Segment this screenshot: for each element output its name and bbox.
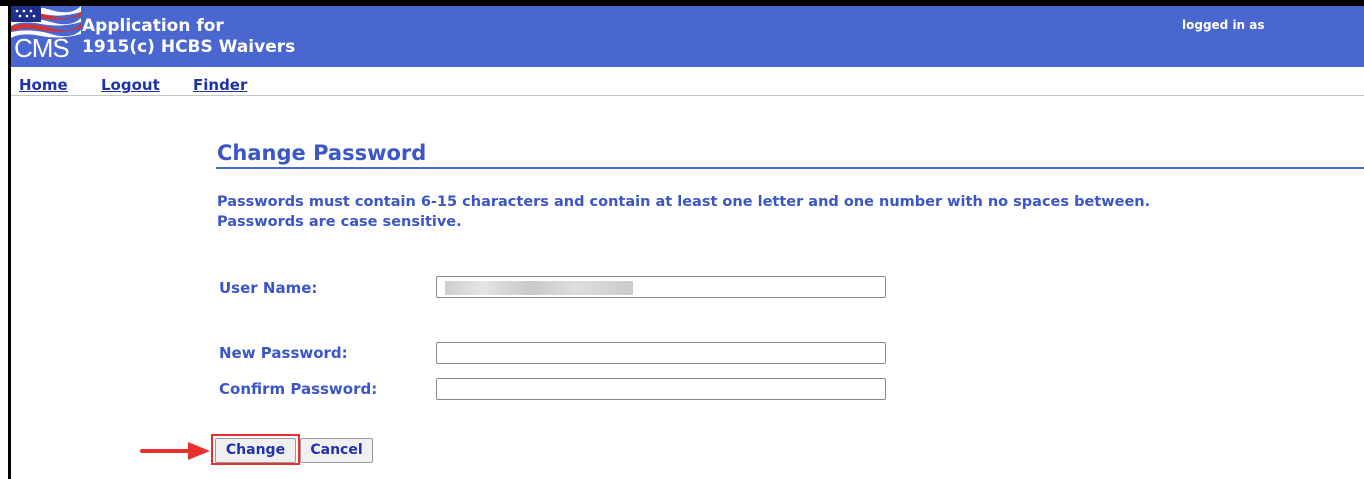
app-title: Application for 1915(c) HCBS Waivers xyxy=(82,16,295,58)
cancel-button[interactable]: Cancel xyxy=(300,438,373,463)
new-password-field[interactable] xyxy=(436,342,886,364)
app-header: CMS Application for 1915(c) HCBS Waivers… xyxy=(11,6,1364,67)
logged-in-label: logged in as xyxy=(1182,18,1265,32)
password-rules-line1: Passwords must contain 6-15 characters a… xyxy=(217,194,1151,210)
nav-link-logout[interactable]: Logout xyxy=(101,76,160,94)
password-rules-line2: Passwords are case sensitive. xyxy=(217,214,462,230)
new-password-label: New Password: xyxy=(219,344,348,362)
page-title: Change Password xyxy=(217,141,427,165)
user-name-redacted-value xyxy=(445,281,633,295)
nav-link-home[interactable]: Home xyxy=(19,76,68,94)
confirm-password-field[interactable] xyxy=(436,378,886,400)
logo-text: CMS xyxy=(14,33,70,63)
red-arrow-right-icon xyxy=(140,442,210,460)
user-name-field[interactable] xyxy=(436,276,886,298)
user-name-label: User Name: xyxy=(219,279,318,297)
password-rules: Passwords must contain 6-15 characters a… xyxy=(217,192,1150,232)
confirm-password-label: Confirm Password: xyxy=(219,380,378,398)
change-button[interactable]: Change xyxy=(215,438,296,463)
page: CMS Application for 1915(c) HCBS Waivers… xyxy=(0,0,1364,479)
cms-logo: CMS xyxy=(11,6,81,67)
title-divider xyxy=(216,167,1364,169)
screenshot-left-border xyxy=(8,0,11,479)
nav-bar: Home Logout Finder xyxy=(11,67,1364,96)
nav-link-finder[interactable]: Finder xyxy=(193,76,247,94)
app-title-line1: Application for xyxy=(82,16,224,36)
app-title-line2: 1915(c) HCBS Waivers xyxy=(82,37,296,57)
